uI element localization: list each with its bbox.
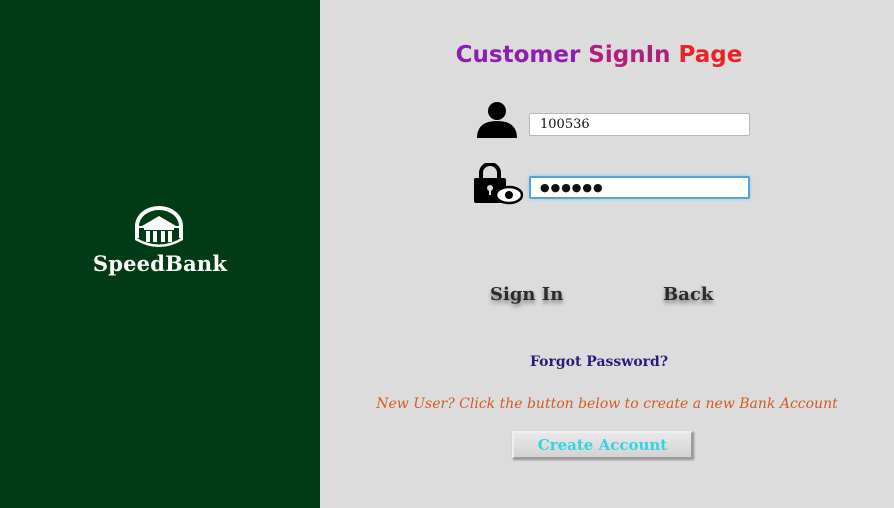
page-title-part2: SignIn (588, 42, 671, 68)
brand-name: SpeedBank (92, 251, 228, 276)
lock-eye-icon (474, 163, 523, 205)
create-account-button[interactable]: Create Account (512, 431, 693, 459)
customer-id-input[interactable] (529, 113, 750, 136)
brand-panel: SpeedBank (0, 0, 320, 508)
bank-building-icon (135, 206, 183, 247)
sign-in-button[interactable]: Sign In (490, 284, 563, 305)
page-title-part3: Page (670, 42, 743, 68)
new-user-message: New User? Click the button below to crea… (376, 396, 838, 412)
signin-window: SpeedBank Customer SignIn Page Sign In B… (0, 0, 894, 508)
forgot-password-link[interactable]: Forgot Password? (320, 354, 878, 370)
back-button[interactable]: Back (663, 284, 713, 305)
page-title-part1: Customer (455, 42, 589, 68)
user-icon (477, 102, 517, 138)
page-title: Customer SignIn Page (320, 42, 878, 68)
password-input[interactable] (529, 176, 750, 199)
